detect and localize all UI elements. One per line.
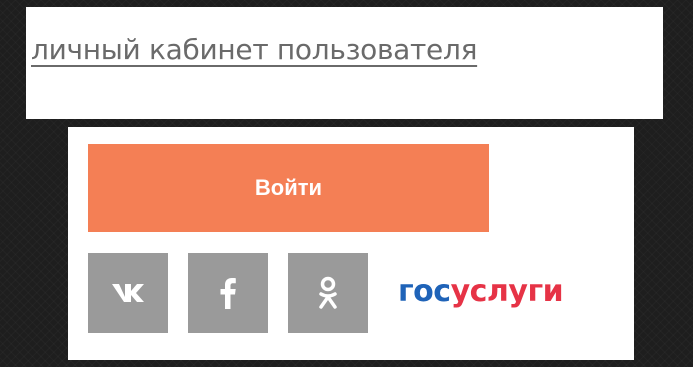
gosuslugi-login-button[interactable]: госуслуги: [398, 272, 564, 312]
facebook-login-button[interactable]: [188, 253, 268, 333]
header-panel: личный кабинет пользователя: [26, 7, 663, 119]
login-panel: Войти госуслуги: [68, 127, 634, 360]
user-cabinet-link[interactable]: личный кабинет пользователя: [31, 33, 477, 66]
vk-login-button[interactable]: [88, 253, 168, 333]
odnoklassniki-icon: [318, 276, 338, 310]
odnoklassniki-login-button[interactable]: [288, 253, 368, 333]
facebook-icon: [220, 277, 236, 309]
gosuslugi-logo-part1: гос: [398, 274, 451, 309]
vk-icon: [111, 282, 145, 304]
login-button[interactable]: Войти: [88, 144, 489, 232]
gosuslugi-logo-part2: услуги: [450, 274, 564, 309]
